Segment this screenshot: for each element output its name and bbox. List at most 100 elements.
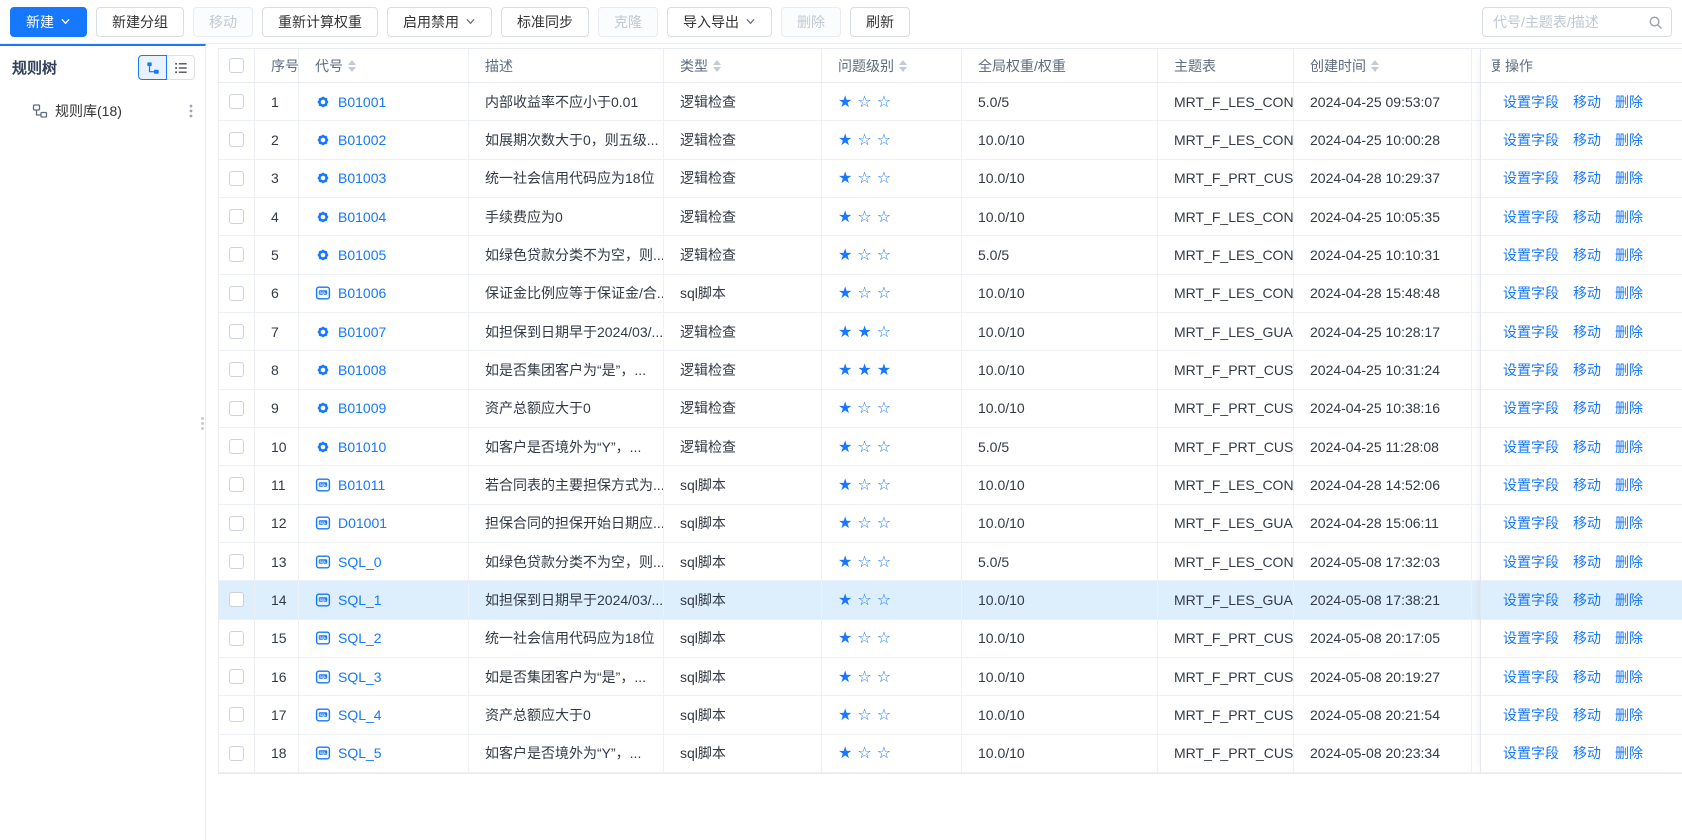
row-checkbox[interactable]: [229, 247, 244, 262]
row-checkbox[interactable]: [229, 669, 244, 684]
delete-link[interactable]: 删除: [1615, 283, 1643, 303]
move-link[interactable]: 移动: [1573, 552, 1601, 572]
search-input[interactable]: [1493, 14, 1648, 30]
delete-link[interactable]: 删除: [1615, 92, 1643, 112]
rule-code-link[interactable]: B01007: [338, 324, 386, 340]
set-fields-link[interactable]: 设置字段: [1503, 360, 1559, 380]
tree-node-menu-icon[interactable]: [189, 103, 193, 119]
set-fields-link[interactable]: 设置字段: [1503, 552, 1559, 572]
move-link[interactable]: 移动: [1573, 168, 1601, 188]
set-fields-link[interactable]: 设置字段: [1503, 475, 1559, 495]
delete-link[interactable]: 删除: [1615, 437, 1643, 457]
move-link[interactable]: 移动: [1573, 590, 1601, 610]
search-icon[interactable]: [1648, 15, 1663, 30]
move-link[interactable]: 移动: [1573, 322, 1601, 342]
delete-link[interactable]: 删除: [1615, 168, 1643, 188]
row-checkbox[interactable]: [229, 94, 244, 109]
delete-link[interactable]: 删除: [1615, 628, 1643, 648]
delete-link[interactable]: 删除: [1615, 398, 1643, 418]
new-group-button[interactable]: 新建分组: [96, 7, 184, 37]
delete-link[interactable]: 删除: [1615, 475, 1643, 495]
row-checkbox[interactable]: [229, 477, 244, 492]
import-export-button[interactable]: 导入导出: [667, 7, 772, 37]
set-fields-link[interactable]: 设置字段: [1503, 705, 1559, 725]
rule-code-link[interactable]: B01005: [338, 247, 386, 263]
refresh-button[interactable]: 刷新: [850, 7, 910, 37]
set-fields-link[interactable]: 设置字段: [1503, 245, 1559, 265]
delete-link[interactable]: 删除: [1615, 245, 1643, 265]
move-link[interactable]: 移动: [1573, 667, 1601, 687]
delete-link[interactable]: 删除: [1615, 130, 1643, 150]
move-link[interactable]: 移动: [1573, 398, 1601, 418]
delete-link[interactable]: 删除: [1615, 743, 1643, 763]
delete-link[interactable]: 删除: [1615, 552, 1643, 572]
rule-code-link[interactable]: B01004: [338, 209, 386, 225]
set-fields-link[interactable]: 设置字段: [1503, 168, 1559, 188]
rule-code-link[interactable]: B01001: [338, 94, 386, 110]
set-fields-link[interactable]: 设置字段: [1503, 130, 1559, 150]
row-checkbox[interactable]: [229, 132, 244, 147]
delete-link[interactable]: 删除: [1615, 322, 1643, 342]
tree-node-rule-library[interactable]: 规则库(18): [32, 101, 193, 121]
rule-code-link[interactable]: B01006: [338, 285, 386, 301]
rule-code-link[interactable]: B01002: [338, 132, 386, 148]
delete-link[interactable]: 删除: [1615, 513, 1643, 533]
delete-link[interactable]: 删除: [1615, 705, 1643, 725]
list-view-button[interactable]: [166, 55, 195, 80]
row-checkbox[interactable]: [229, 401, 244, 416]
rule-code-link[interactable]: SQL_3: [338, 669, 382, 685]
move-link[interactable]: 移动: [1573, 743, 1601, 763]
row-checkbox[interactable]: [229, 707, 244, 722]
enable-disable-button[interactable]: 启用禁用: [387, 7, 492, 37]
row-checkbox[interactable]: [229, 286, 244, 301]
column-header-type[interactable]: 类型: [664, 49, 822, 82]
set-fields-link[interactable]: 设置字段: [1503, 92, 1559, 112]
row-checkbox[interactable]: [229, 631, 244, 646]
row-checkbox[interactable]: [229, 362, 244, 377]
delete-link[interactable]: 删除: [1615, 207, 1643, 227]
move-link[interactable]: 移动: [1573, 475, 1601, 495]
set-fields-link[interactable]: 设置字段: [1503, 283, 1559, 303]
row-checkbox[interactable]: [229, 554, 244, 569]
move-link[interactable]: 移动: [1573, 245, 1601, 265]
rule-code-link[interactable]: SQL_2: [338, 630, 382, 646]
move-link[interactable]: 移动: [1573, 705, 1601, 725]
column-header-severity[interactable]: 问题级别: [822, 49, 962, 82]
panel-resize-handle[interactable]: [198, 413, 206, 433]
row-checkbox[interactable]: [229, 439, 244, 454]
move-link[interactable]: 移动: [1573, 437, 1601, 457]
set-fields-link[interactable]: 设置字段: [1503, 437, 1559, 457]
rule-code-link[interactable]: D01001: [338, 515, 387, 531]
new-button[interactable]: 新建: [10, 7, 87, 37]
rule-code-link[interactable]: SQL_0: [338, 554, 382, 570]
move-link[interactable]: 移动: [1573, 92, 1601, 112]
row-checkbox[interactable]: [229, 324, 244, 339]
row-checkbox[interactable]: [229, 746, 244, 761]
set-fields-link[interactable]: 设置字段: [1503, 667, 1559, 687]
tree-view-button[interactable]: [138, 55, 167, 80]
rule-code-link[interactable]: B01011: [338, 477, 385, 493]
rule-code-link[interactable]: B01008: [338, 362, 386, 378]
tab-rule-tree[interactable]: 规则树: [12, 57, 57, 78]
column-header-created-at[interactable]: 创建时间: [1294, 49, 1472, 82]
delete-link[interactable]: 删除: [1615, 590, 1643, 610]
row-checkbox[interactable]: [229, 592, 244, 607]
move-link[interactable]: 移动: [1573, 360, 1601, 380]
delete-link[interactable]: 删除: [1615, 667, 1643, 687]
set-fields-link[interactable]: 设置字段: [1503, 207, 1559, 227]
rule-code-link[interactable]: B01009: [338, 400, 386, 416]
row-checkbox[interactable]: [229, 171, 244, 186]
rule-code-link[interactable]: SQL_5: [338, 745, 382, 761]
standard-sync-button[interactable]: 标准同步: [501, 7, 589, 37]
move-link[interactable]: 移动: [1573, 283, 1601, 303]
set-fields-link[interactable]: 设置字段: [1503, 590, 1559, 610]
move-link[interactable]: 移动: [1573, 628, 1601, 648]
rule-code-link[interactable]: B01010: [338, 439, 386, 455]
row-checkbox[interactable]: [229, 516, 244, 531]
set-fields-link[interactable]: 设置字段: [1503, 513, 1559, 533]
rule-code-link[interactable]: SQL_1: [338, 592, 382, 608]
recalculate-weight-button[interactable]: 重新计算权重: [262, 7, 378, 37]
select-all-checkbox[interactable]: [229, 58, 244, 73]
set-fields-link[interactable]: 设置字段: [1503, 743, 1559, 763]
set-fields-link[interactable]: 设置字段: [1503, 628, 1559, 648]
